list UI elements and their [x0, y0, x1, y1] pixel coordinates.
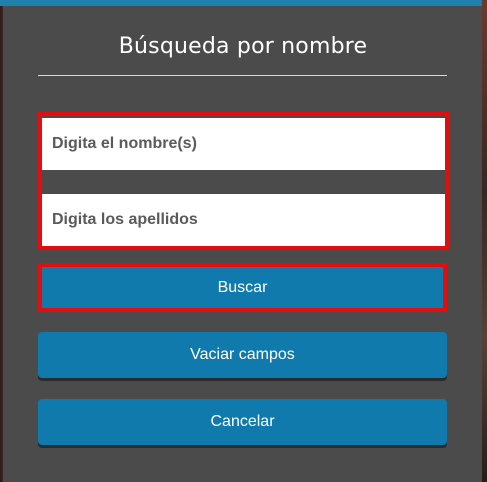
first-name-input[interactable]	[42, 118, 445, 170]
last-name-input[interactable]	[42, 194, 445, 246]
search-dialog: Búsqueda por nombre Buscar Vaciar campos…	[4, 6, 482, 482]
name-input-group	[38, 112, 449, 250]
cancel-button[interactable]: Cancelar	[38, 399, 447, 445]
screen: Búsqueda por nombre Buscar Vaciar campos…	[0, 0, 487, 482]
clear-fields-button[interactable]: Vaciar campos	[38, 332, 447, 378]
search-button[interactable]: Buscar	[38, 263, 447, 312]
title-divider	[38, 75, 447, 76]
dialog-title: Búsqueda por nombre	[118, 34, 368, 59]
background-edge	[482, 0, 487, 482]
